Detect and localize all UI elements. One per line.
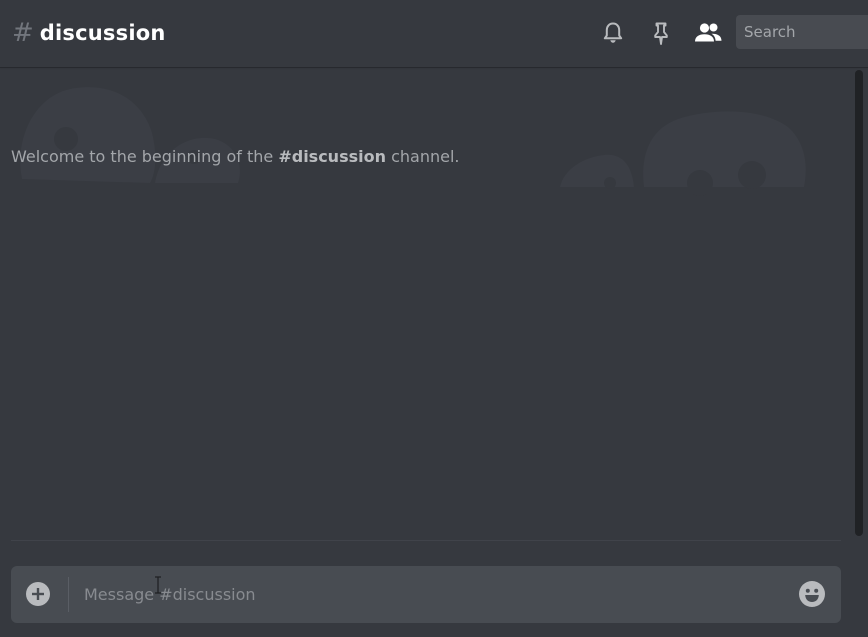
channel-hash-icon: # bbox=[12, 18, 34, 48]
wumpus-background-illustration bbox=[20, 87, 806, 196]
plus-circle-icon[interactable] bbox=[25, 581, 51, 607]
welcome-suffix: channel. bbox=[385, 147, 460, 166]
pin-icon[interactable] bbox=[647, 19, 675, 47]
search-input[interactable] bbox=[744, 23, 864, 41]
messages-area[interactable]: Welcome to the beginning of the #discuss… bbox=[0, 67, 852, 542]
composer-separator bbox=[68, 577, 69, 612]
composer-divider bbox=[11, 540, 841, 541]
app-window: # discussion Search Welcome to the begin… bbox=[0, 0, 868, 637]
welcome-prefix: Welcome to the beginning of the bbox=[11, 147, 279, 166]
channel-name: discussion bbox=[39, 21, 166, 45]
search-box[interactable] bbox=[736, 15, 868, 49]
welcome-message: Welcome to the beginning of the #discuss… bbox=[11, 147, 459, 166]
channel-title: # discussion bbox=[12, 18, 166, 48]
welcome-channel-mention[interactable]: #discussion bbox=[278, 147, 386, 166]
bell-icon[interactable] bbox=[599, 19, 627, 47]
message-composer bbox=[11, 566, 841, 623]
scrollbar-thumb[interactable] bbox=[855, 70, 863, 536]
members-icon[interactable] bbox=[693, 19, 722, 47]
emoji-icon[interactable] bbox=[798, 580, 826, 608]
messages-scrollbar[interactable] bbox=[852, 67, 866, 539]
channel-header: # discussion bbox=[0, 0, 868, 67]
message-input[interactable] bbox=[84, 576, 784, 613]
